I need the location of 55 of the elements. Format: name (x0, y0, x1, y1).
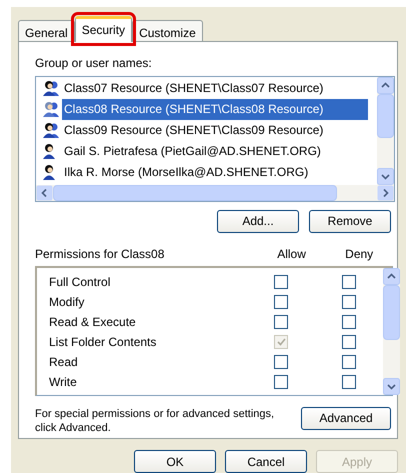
column-header: Deny (344, 246, 374, 263)
checkbox[interactable] (342, 314, 356, 329)
scroll-right-icon[interactable] (377, 184, 394, 201)
permission-name: Read & Execute (49, 314, 137, 331)
permission-name: Full Control (49, 274, 112, 291)
users-label: Group or user names: (35, 54, 153, 72)
checkbox[interactable] (274, 274, 288, 289)
scroll-thumb[interactable] (383, 284, 400, 340)
horizontal-scrollbar[interactable] (36, 184, 394, 201)
user-list-item[interactable]: Class09 Resource (SHENET\Class09 Resource) (42, 120, 377, 141)
permission-name: List Folder Contents (49, 334, 158, 351)
user-group-icon (42, 101, 60, 118)
scroll-left-icon[interactable] (36, 184, 53, 201)
scroll-up-icon[interactable] (383, 268, 400, 285)
permission-name: Read (49, 354, 79, 371)
vertical-scrollbar[interactable] (383, 268, 400, 395)
scroll-thumb[interactable] (377, 94, 394, 138)
user-name: Gail S. Pietrafesa (PietGail@AD.SHENET.ORG) (63, 142, 322, 160)
permission-name: Modify (49, 294, 86, 311)
checkbox[interactable] (342, 354, 356, 369)
scroll-thumb[interactable] (53, 184, 337, 201)
checkmark-icon (276, 338, 286, 346)
user-list-item[interactable]: Class07 Resource (SHENET\Class07 Resource) (42, 78, 377, 99)
column-header: Allow (276, 246, 307, 263)
remove-button[interactable]: Remove (309, 210, 391, 233)
tab[interactable]: Customize (132, 20, 203, 41)
user-icon (42, 143, 56, 160)
user-icon (42, 164, 56, 180)
advanced-hint: For special permissions or for advanced settings, click Advanced. (35, 406, 276, 435)
scroll-up-icon[interactable] (377, 76, 394, 94)
user-name: Class09 Resource (SHENET\Class09 Resource) (63, 122, 324, 139)
checkbox[interactable] (342, 294, 356, 309)
vertical-scrollbar[interactable] (377, 76, 394, 185)
scroll-down-icon[interactable] (383, 378, 400, 395)
user-group-icon (42, 122, 60, 138)
user-list-item[interactable]: Gail S. Pietrafesa (PietGail@AD.SHENET.ORG) (42, 140, 377, 162)
checkbox[interactable] (274, 374, 288, 389)
user-list-item[interactable]: Ilka R. Morse (MorseIlka@AD.SHENET.ORG) (42, 162, 377, 183)
user-name: Class07 Resource (SHENET\Class07 Resource) (63, 80, 324, 97)
scroll-down-icon[interactable] (377, 168, 394, 185)
advanced-button[interactable]: Advanced (301, 406, 391, 430)
checkbox[interactable] (342, 334, 356, 349)
permission-name: Write (49, 374, 78, 391)
add-button[interactable]: Add... (217, 210, 299, 233)
dialog-button[interactable]: OK (134, 450, 216, 473)
permissions-label: Permissions for Class08 (35, 246, 166, 263)
checkbox[interactable] (274, 314, 288, 329)
checkbox[interactable] (274, 354, 288, 369)
user-group-icon (42, 80, 60, 96)
dialog-button[interactable]: Cancel (225, 450, 307, 473)
tab[interactable]: General (18, 20, 75, 41)
user-name: Ilka R. Morse (MorseIlka@AD.SHENET.ORG) (63, 164, 310, 181)
checkbox[interactable] (342, 374, 356, 389)
checkbox[interactable] (342, 274, 356, 289)
checkbox[interactable] (274, 294, 288, 309)
